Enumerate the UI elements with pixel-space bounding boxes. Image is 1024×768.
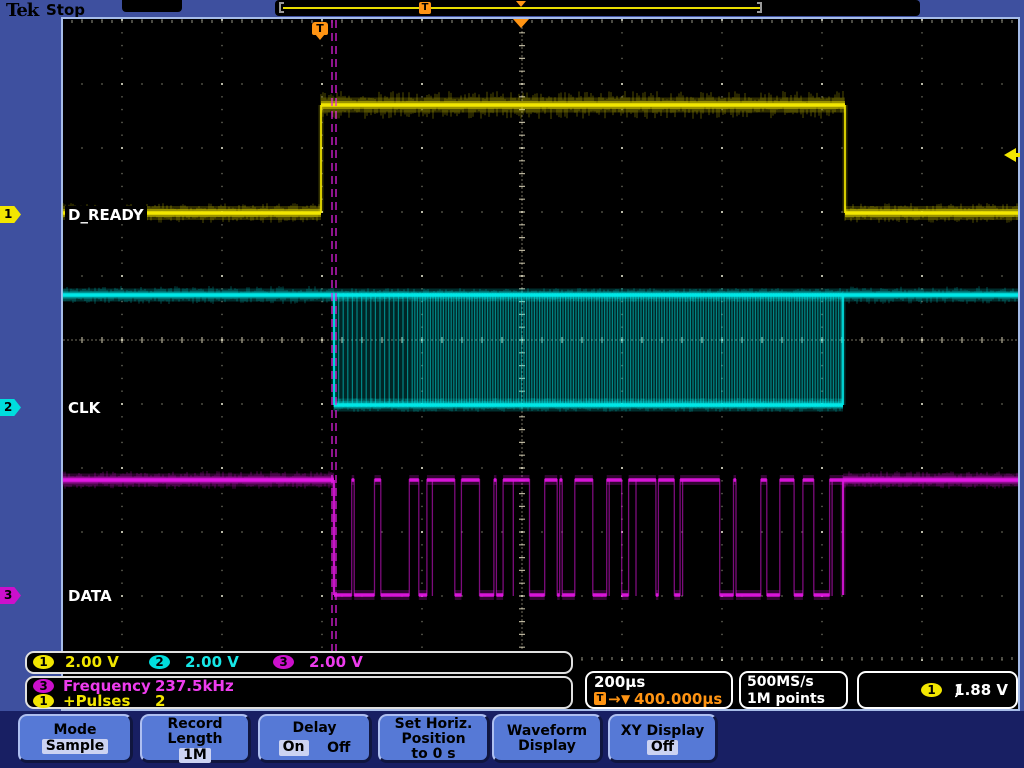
record-preview-line (283, 7, 761, 9)
tek-logo: Tek (6, 0, 38, 21)
delay-option-off[interactable]: Off (327, 740, 350, 756)
oscilloscope-screen: Tek Stop T T 1 2 3 D_READY CLK DATA 1 2.… (0, 0, 1024, 768)
sample-rate: 500MS/s (747, 675, 814, 690)
timebase-readout: 200µs T → ▼ 400.000µs (585, 671, 733, 709)
channel2-position-marker[interactable]: 2 (0, 399, 21, 416)
measurement1-value: 237.5kHz (155, 679, 234, 694)
channel2-badge[interactable]: 2 (149, 655, 170, 669)
record-length-value: 1M (179, 748, 211, 763)
menu-button-mode[interactable]: Mode Sample (18, 714, 133, 763)
channel2-scale: 2.00 V (185, 655, 239, 670)
delay-title: Delay (260, 721, 369, 736)
delay-trigger-icon: T (594, 692, 606, 705)
signal-label-data: DATA (65, 587, 115, 605)
waveform-display-line1: Waveform (494, 724, 600, 739)
trigger-level: 1.88 V (954, 683, 1008, 698)
measurement2-source-badge: 1 (33, 694, 54, 708)
bottom-menu-bar: Mode Sample Record Length 1M Delay On Of… (0, 711, 1024, 768)
menu-button-set-horiz[interactable]: Set Horiz. Position to 0 s (378, 714, 490, 763)
delay-marker-icon: ▼ (621, 692, 630, 706)
channel1-badge[interactable]: 1 (33, 655, 54, 669)
trigger-position-flag-tail (315, 34, 325, 40)
trigger-source-badge: 1 (921, 683, 942, 697)
channel3-scale: 2.00 V (309, 655, 363, 670)
channel1-scale: 2.00 V (65, 655, 119, 670)
menu-button-delay[interactable]: Delay On Off (258, 714, 372, 763)
menu-button-record-length[interactable]: Record Length 1M (140, 714, 251, 763)
expansion-point-icon (513, 19, 529, 28)
waveform-display-line2: Display (494, 739, 600, 754)
view-bracket-left (279, 2, 284, 13)
delay-arrow-icon: → (608, 692, 621, 707)
menu-button-xy-display[interactable]: XY Display Off (608, 714, 718, 763)
record-length-title1: Record (142, 717, 248, 732)
measurement2-value: 2 (155, 694, 165, 709)
record-preview-bar[interactable]: T (275, 0, 920, 16)
set-horiz-line2: Position (380, 732, 487, 747)
measurement2-name: +Pulses (63, 694, 130, 709)
set-horiz-line1: Set Horiz. (380, 717, 487, 732)
xy-display-title: XY Display (610, 724, 715, 739)
signal-label-clk: CLK (65, 399, 103, 417)
set-horiz-line3: to 0 s (380, 747, 487, 762)
view-bracket-right (757, 2, 762, 13)
mode-value: Sample (42, 739, 108, 754)
signal-label-dready: D_READY (65, 206, 147, 224)
timebase-scale: 200µs (594, 675, 645, 690)
measurement1-source-badge: 3 (33, 679, 54, 693)
acquisition-readout: 500MS/s 1M points (739, 671, 848, 709)
xy-display-value: Off (647, 740, 678, 755)
acquisition-info-box (122, 0, 182, 12)
mode-title: Mode (20, 723, 130, 738)
preview-trigger-icon: T (419, 2, 431, 14)
waveform-display-area (61, 17, 1020, 711)
preview-expansion-icon (516, 1, 526, 7)
channel1-position-marker[interactable]: 1 (0, 206, 21, 223)
trigger-readout: 1 1.88 V (857, 671, 1018, 709)
record-length: 1M points (747, 692, 825, 707)
record-length-title2: Length (142, 732, 248, 747)
delay-option-on[interactable]: On (279, 740, 309, 756)
delay-value: 400.000µs (634, 692, 722, 707)
channel3-badge[interactable]: 3 (273, 655, 294, 669)
menu-button-waveform-display[interactable]: Waveform Display (492, 714, 603, 763)
trigger-level-arrow-tail (1015, 153, 1020, 157)
measurements-readout: 3 Frequency 237.5kHz 1 +Pulses 2 (25, 676, 573, 709)
channel3-position-marker[interactable]: 3 (0, 587, 21, 604)
channel-scales-readout: 1 2.00 V 2 2.00 V 3 2.00 V (25, 651, 573, 674)
